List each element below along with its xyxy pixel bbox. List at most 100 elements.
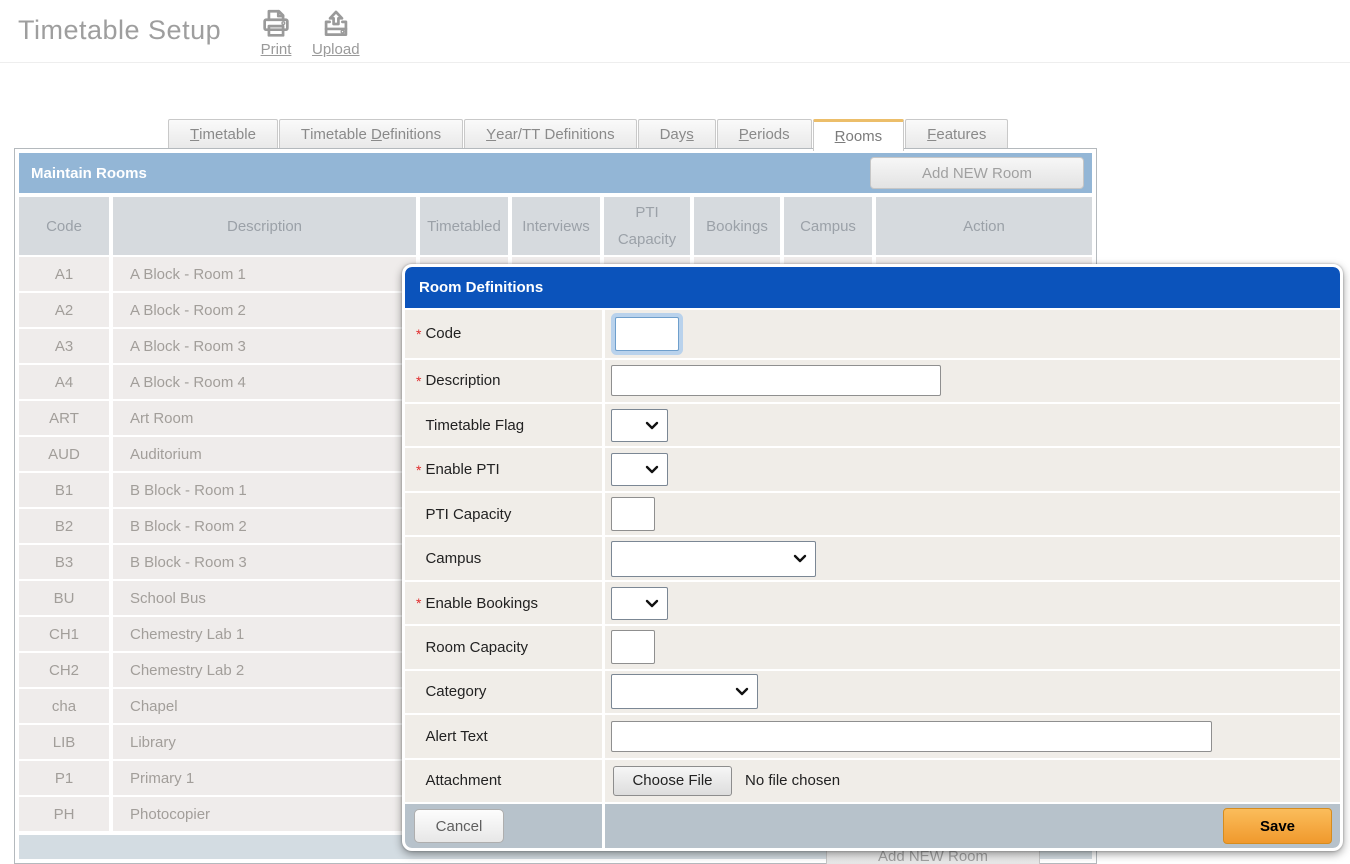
field-area [605,360,1340,402]
pti-capacity-input[interactable] [611,497,655,531]
field-area [605,537,1340,579]
chevron-down-icon [645,421,659,430]
field-area [605,671,1340,713]
tab-features[interactable]: Features [905,119,1008,148]
alert-text-input[interactable] [611,721,1212,752]
column-header-code: Code [19,197,109,255]
room-code-cell: ART [19,401,109,435]
chevron-down-icon [735,687,749,696]
field-label: * Description [405,360,602,402]
attachment-file-input: Choose File No file chosen [611,766,840,796]
room-description-cell: B Block - Room 1 [113,473,416,507]
modal-footer-left: Cancel [405,804,602,848]
chevron-down-icon [645,465,659,474]
room-code-cell: cha [19,689,109,723]
printer-icon [256,5,296,42]
field-label: * Attachment [405,760,602,802]
category-select[interactable] [611,674,758,709]
panel-title: Maintain Rooms [19,165,147,182]
room-description-cell: Art Room [113,401,416,435]
room-code-cell: PH [19,797,109,831]
field-area: Choose File No file chosen [605,760,1340,802]
room-code-cell: A4 [19,365,109,399]
form-row-code: * Code [405,310,1340,358]
field-area [605,582,1340,624]
room-description-cell: Chemestry Lab 2 [113,653,416,687]
tab-periods[interactable]: Periods [717,119,812,148]
column-header-bookings: Bookings [694,197,780,255]
choose-file-button[interactable]: Choose File [613,766,732,796]
form-row-attachment: * Attachment Choose File No file chosen [405,760,1340,802]
room-capacity-input[interactable] [611,630,655,664]
room-description-cell: Chapel [113,689,416,723]
tab-timetable-definitions[interactable]: Timetable Definitions [279,119,463,148]
form-row-enable-pti: * Enable PTI [405,448,1340,490]
upload-link[interactable]: Upload [312,5,360,57]
field-label: * Category [405,671,602,713]
room-code-cell: LIB [19,725,109,759]
upload-icon [316,5,356,42]
upload-label: Upload [312,42,360,57]
room-description-cell: School Bus [113,581,416,615]
room-code-cell: P1 [19,761,109,795]
room-code-cell: A2 [19,293,109,327]
room-description-cell: B Block - Room 3 [113,545,416,579]
panel-header: Maintain Rooms Add NEW Room [19,153,1092,193]
code-input[interactable] [615,317,679,351]
modal-footer: Cancel Save [405,804,1340,848]
required-asterisk: * [416,595,421,611]
enable-pti-select[interactable] [611,453,668,486]
campus-select[interactable] [611,541,816,577]
chevron-down-icon [793,554,807,563]
room-description-cell: Auditorium [113,437,416,471]
form-row-description: * Description [405,360,1340,402]
toolbar: Print Upload [256,5,360,57]
print-link[interactable]: Print [256,5,296,57]
room-code-cell: A1 [19,257,109,291]
room-code-cell: AUD [19,437,109,471]
column-header-timetabled: Timetabled [420,197,508,255]
chevron-down-icon [645,599,659,608]
page-title: Timetable Setup [18,15,221,46]
modal-title: Room Definitions [405,267,1340,308]
print-label: Print [261,42,292,57]
top-bar: Timetable Setup Print [0,0,1350,63]
table-header-row: CodeDescriptionTimetabledInterviewsPTI C… [19,197,1092,255]
tab-bar: TimetableTimetable DefinitionsYear/TT De… [168,119,1009,151]
form-row-campus: * Campus [405,537,1340,579]
form-row-room-capacity: * Room Capacity [405,626,1340,668]
cancel-button[interactable]: Cancel [414,809,504,843]
description-input[interactable] [611,365,941,396]
timetable-flag-select[interactable] [611,409,668,442]
room-description-cell: Primary 1 [113,761,416,795]
room-code-cell: CH2 [19,653,109,687]
file-status-text: No file chosen [745,772,840,789]
form-row-timetable-flag: * Timetable Flag [405,404,1340,446]
tab-days[interactable]: Days [638,119,716,148]
enable-bookings-select[interactable] [611,587,668,620]
room-description-cell: A Block - Room 4 [113,365,416,399]
field-label: * Campus [405,537,602,579]
room-code-cell: CH1 [19,617,109,651]
required-asterisk: * [416,462,421,478]
room-description-cell: Photocopier [113,797,416,831]
field-area [605,493,1340,535]
page: Timetable Setup Print [0,0,1350,864]
room-description-cell: A Block - Room 3 [113,329,416,363]
tab-timetable[interactable]: Timetable [168,119,278,148]
form-row-category: * Category [405,671,1340,713]
room-code-cell: B2 [19,509,109,543]
room-definitions-modal: Room Definitions * Code * Description * … [402,264,1343,851]
room-description-cell: A Block - Room 1 [113,257,416,291]
field-label: * Enable PTI [405,448,602,490]
column-header-pti-capacity: PTI Capacity [604,197,690,255]
tab-rooms[interactable]: Rooms [813,119,905,151]
room-code-cell: A3 [19,329,109,363]
field-area [605,310,1340,358]
save-button[interactable]: Save [1223,808,1332,844]
tab-year-tt-definitions[interactable]: Year/TT Definitions [464,119,636,148]
field-area [605,404,1340,446]
add-new-room-button[interactable]: Add NEW Room [870,157,1084,189]
column-header-campus: Campus [784,197,872,255]
column-header-interviews: Interviews [512,197,600,255]
